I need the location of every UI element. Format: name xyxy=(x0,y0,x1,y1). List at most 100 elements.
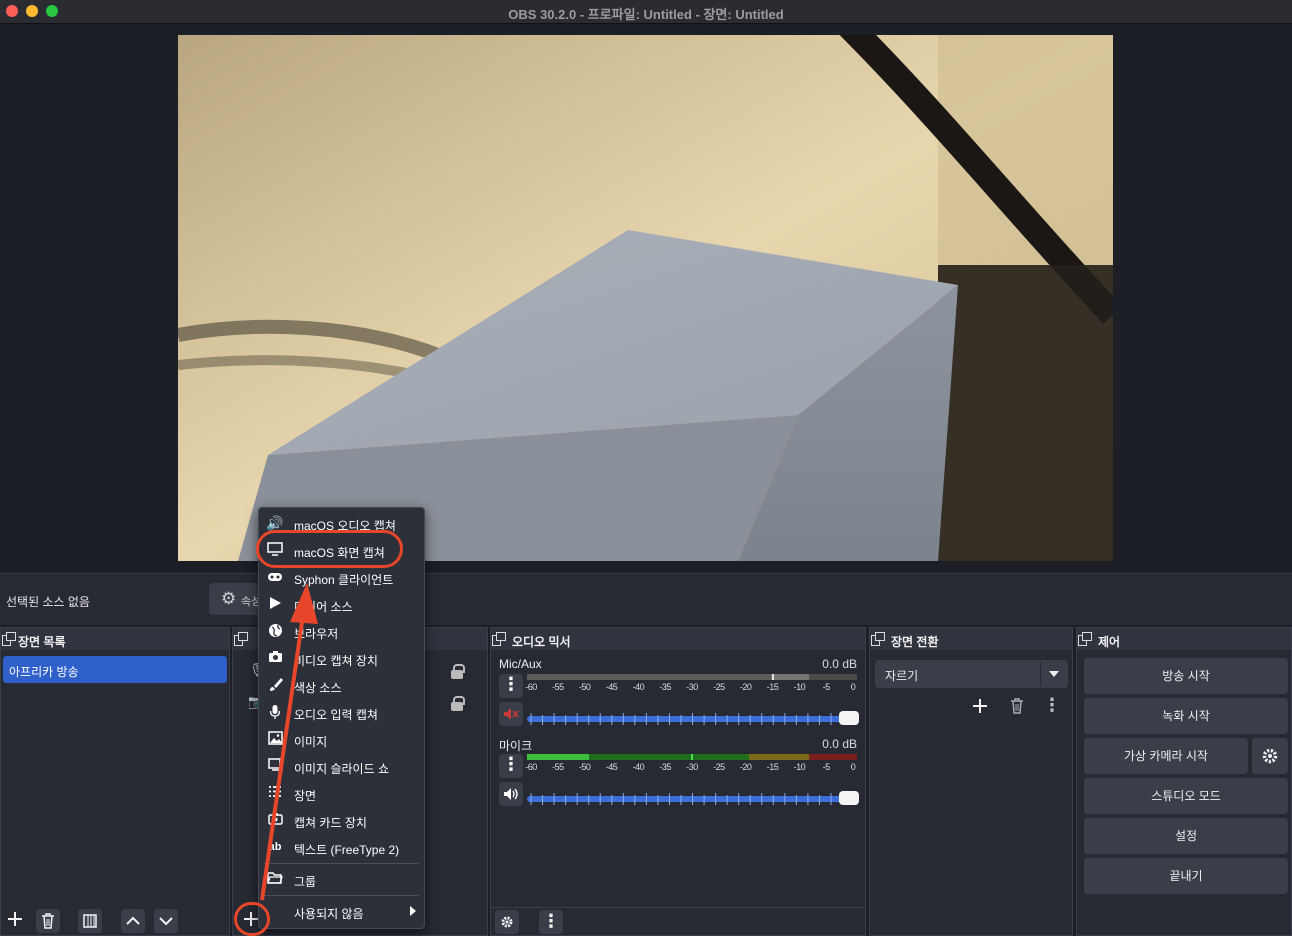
meter-scale-label: -45 xyxy=(605,682,618,692)
meter-scale: -60 -55 -50 -45 -40 -35 -30 -25 -20 -15 -10 -5 0 xyxy=(525,762,857,776)
menu-item-label: 이미지 xyxy=(294,735,328,749)
move-scene-up-button[interactable] xyxy=(121,909,145,933)
controls-dock-header: 제어 xyxy=(1077,628,1291,650)
start-streaming-button[interactable]: 방송 시작 xyxy=(1084,658,1288,694)
meter-scale: -60 -55 -50 -45 -40 -35 -30 -25 -20 -15 -10 -5 0 xyxy=(525,682,857,696)
menu-item-capture-card-device[interactable]: 캡쳐 카드 장치 xyxy=(259,807,424,833)
transition-select[interactable]: 자르기 xyxy=(875,660,1068,688)
image-icon xyxy=(266,731,284,747)
volume-slider-handle[interactable] xyxy=(839,711,859,725)
meter-scale-label: -50 xyxy=(578,682,591,692)
dock-float-icon[interactable] xyxy=(234,632,248,646)
gear-icon xyxy=(501,916,513,928)
scenes-dock-header: 장면 목록 xyxy=(1,628,229,650)
highlight-ring-add-button xyxy=(234,902,270,936)
menu-item-label: 색상 소스 xyxy=(294,681,342,695)
meter-scale-label: -60 xyxy=(525,682,537,692)
menu-item-color-source[interactable]: 색상 소스 xyxy=(259,672,424,698)
meter-scale-label: -10 xyxy=(793,682,806,692)
menu-separator xyxy=(264,863,419,864)
mute-toggle[interactable] xyxy=(499,782,523,806)
scene-item[interactable]: 아프리카 방송 xyxy=(3,656,227,683)
play-icon xyxy=(266,596,284,612)
advanced-audio-properties-button[interactable] xyxy=(495,910,519,934)
channel-menu-button[interactable]: ⋮ xyxy=(499,674,523,698)
channel-db: 0.0 dB xyxy=(822,657,857,671)
menu-item-label: 브라우저 xyxy=(294,627,339,641)
gear-icon xyxy=(1262,748,1278,764)
menu-item-label: 텍스트 (FreeType 2) xyxy=(294,843,400,857)
settings-button[interactable]: 설정 xyxy=(1084,818,1288,854)
add-source-menu: 🔊 macOS 오디오 캡쳐 macOS 화면 캡쳐 Syphon 클라이언트 … xyxy=(258,507,425,929)
meter-scale-label: -10 xyxy=(793,762,806,772)
meter-scale-label: 0 xyxy=(850,682,856,692)
menu-item-label: 비디오 캡쳐 장치 xyxy=(294,654,378,668)
move-scene-down-button[interactable] xyxy=(154,909,178,933)
transition-select-value: 자르기 xyxy=(885,669,919,683)
add-scene-button[interactable] xyxy=(3,907,27,931)
meter-scale-label: -20 xyxy=(739,762,752,772)
meter-scale-label: -20 xyxy=(739,682,752,692)
menu-item-image[interactable]: 이미지 xyxy=(259,726,424,752)
properties-bar: 선택된 소스 없음 ⚙ 속성 xyxy=(0,573,1292,625)
audio-mixer-toolbar: ⋮ xyxy=(491,907,865,935)
menu-item-label: 이미지 슬라이드 쇼 xyxy=(294,762,389,776)
scene-filters-button[interactable] xyxy=(78,909,102,933)
menu-item-text-freetype2[interactable]: ab 텍스트 (FreeType 2) xyxy=(259,834,424,860)
meter-scale-label: -50 xyxy=(578,762,591,772)
controls-dock-title: 제어 xyxy=(1098,635,1121,649)
meter-scale-label: -55 xyxy=(552,762,564,772)
meter-scale-label: -30 xyxy=(686,762,698,772)
studio-mode-button[interactable]: 스튜디오 모드 xyxy=(1084,778,1288,814)
menu-item-image-slideshow[interactable]: 이미지 슬라이드 쇼 xyxy=(259,753,424,779)
volume-slider-handle[interactable] xyxy=(839,791,859,805)
meter-scale-label: -40 xyxy=(632,762,645,772)
meter-scale-label: 0 xyxy=(850,762,856,772)
start-recording-button[interactable]: 녹화 시작 xyxy=(1084,698,1288,734)
dock-float-icon[interactable] xyxy=(1078,632,1092,646)
audio-mixer-title: 오디오 믹서 xyxy=(512,635,571,649)
remove-scene-button[interactable] xyxy=(36,909,60,933)
meter-scale-label: -40 xyxy=(632,682,645,692)
lock-icon[interactable] xyxy=(451,696,465,711)
fader-ticks xyxy=(530,713,832,725)
menu-item-group[interactable]: 그룹 xyxy=(259,866,424,892)
exit-button[interactable]: 끝내기 xyxy=(1084,858,1288,894)
menu-item-label: 오디오 입력 캡쳐 xyxy=(294,708,378,722)
dock-float-icon[interactable] xyxy=(871,632,885,646)
menu-item-scene[interactable]: 장면 xyxy=(259,780,424,806)
transitions-dock-header: 장면 전환 xyxy=(870,628,1072,650)
meter-scale-label: -45 xyxy=(605,762,618,772)
menu-item-deprecated[interactable]: 사용되지 않음 xyxy=(259,898,424,924)
list-icon xyxy=(266,785,284,801)
lock-icon[interactable] xyxy=(451,664,465,679)
fader-ticks xyxy=(530,793,832,805)
virtual-camera-settings-button[interactable] xyxy=(1252,738,1288,774)
menu-item-browser[interactable]: 브라우저 xyxy=(259,618,424,644)
dock-float-icon[interactable] xyxy=(2,632,16,646)
remove-transition-button[interactable] xyxy=(1005,694,1029,718)
controls-dock: 제어 방송 시작 녹화 시작 가상 카메라 시작 스튜디오 모드 설정 끝내기 xyxy=(1076,627,1292,936)
preview-canvas[interactable] xyxy=(178,35,1113,561)
transition-properties-button[interactable]: ⋮ xyxy=(1040,694,1064,718)
speaker-icon xyxy=(504,788,518,800)
menu-item-audio-input-capture[interactable]: 오디오 입력 캡쳐 xyxy=(259,699,424,725)
dock-float-icon[interactable] xyxy=(492,632,506,646)
start-virtual-camera-button[interactable]: 가상 카메라 시작 xyxy=(1084,738,1248,774)
add-transition-button[interactable] xyxy=(968,694,992,718)
audio-mixer-header: 오디오 믹서 xyxy=(491,628,865,650)
volume-slider[interactable] xyxy=(527,711,859,725)
menu-item-video-capture-device[interactable]: 비디오 캡쳐 장치 xyxy=(259,645,424,671)
menu-item-label: Syphon 클라이언트 xyxy=(294,573,394,587)
volume-slider[interactable] xyxy=(527,791,859,805)
chevron-up-icon xyxy=(126,916,140,925)
menu-item-media-source[interactable]: 미디어 소스 xyxy=(259,591,424,617)
audio-mixer-menu-button[interactable]: ⋮ xyxy=(539,910,563,934)
chevron-down-icon xyxy=(1049,671,1059,677)
microphone-icon xyxy=(266,704,284,720)
mute-toggle[interactable] xyxy=(499,702,523,726)
menu-item-label: 그룹 xyxy=(294,875,317,889)
meter-scale-label: -55 xyxy=(552,682,564,692)
meter-scale-label: -60 xyxy=(525,762,537,772)
channel-menu-button[interactable]: ⋮ xyxy=(499,754,523,778)
